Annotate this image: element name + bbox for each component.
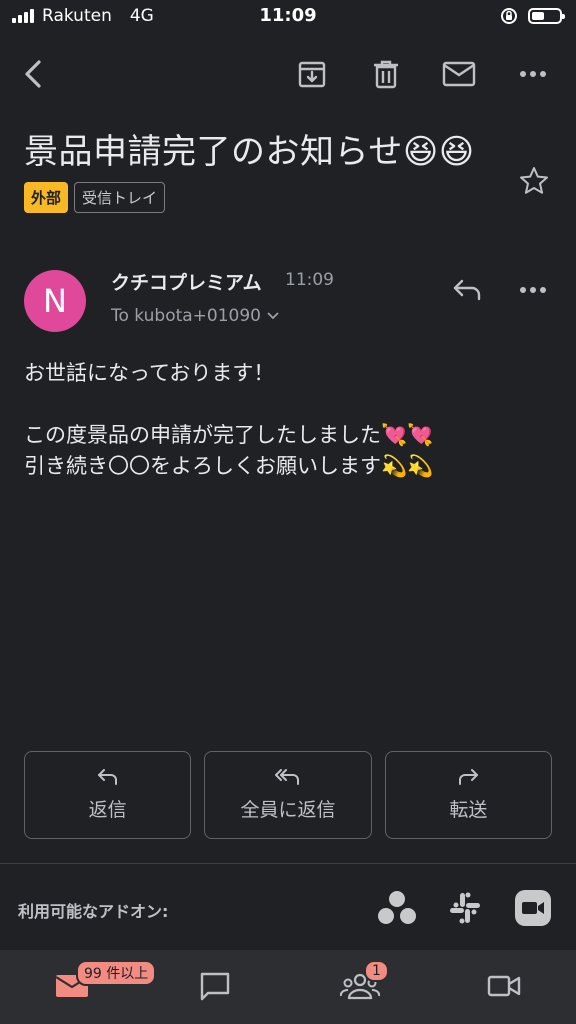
archive-button[interactable] <box>290 50 334 98</box>
asana-icon <box>378 891 416 924</box>
label-chips: 外部 受信トレイ <box>24 182 166 213</box>
email-subject: 景品申請完了のお知らせ😆😆 <box>24 132 475 172</box>
star-button[interactable] <box>518 165 550 201</box>
body-line: お世話になっております！ <box>24 361 275 385</box>
body-line: 引き続き〇〇をよろしくお願いします💫💫 <box>24 454 434 478</box>
slack-addon-button[interactable] <box>445 888 485 928</box>
slack-icon <box>450 892 480 924</box>
forward-icon <box>459 768 479 785</box>
delete-button[interactable] <box>364 50 408 98</box>
addons-label: 利用可能なアドオン: <box>18 902 169 921</box>
sender-name: クチコプレミアム <box>111 272 262 294</box>
star-icon <box>520 167 548 194</box>
back-button[interactable] <box>12 50 56 98</box>
nav-spaces[interactable]: 1 <box>338 960 389 1006</box>
email-toolbar <box>0 50 576 98</box>
reply-button[interactable]: 返信 <box>24 751 192 839</box>
more-icon <box>520 287 546 293</box>
status-bar: Rakuten 4G 11:09 <box>0 0 576 34</box>
zoom-addon-button[interactable] <box>513 888 553 928</box>
nav-chat[interactable] <box>193 966 237 1006</box>
video-icon <box>487 975 521 997</box>
reply-icon <box>453 279 481 301</box>
bottom-navigation: 99 件以上 1 <box>0 950 576 1024</box>
external-label-chip: 外部 <box>24 182 69 213</box>
inbox-label-chip[interactable]: 受信トレイ <box>74 182 166 213</box>
recipient-line: To kubota+01090 <box>111 306 261 326</box>
chevron-down-icon <box>267 312 279 320</box>
quick-reply-button[interactable] <box>445 270 489 310</box>
sender-avatar[interactable]: N <box>24 270 86 332</box>
body-line: この度景品の申請が完了したしました💘💘 <box>24 423 434 447</box>
addons-bar: 利用可能なアドオン: <box>0 864 576 950</box>
status-time: 11:09 <box>259 5 317 26</box>
reply-icon <box>97 768 117 785</box>
reply-all-button[interactable]: 全員に返信 <box>204 751 372 839</box>
email-body: お世話になっております！ この度景品の申請が完了したしました💘💘 引き続き〇〇を… <box>24 358 556 482</box>
mail-icon <box>442 61 476 87</box>
zoom-icon <box>515 890 551 926</box>
battery-icon <box>528 8 565 24</box>
trash-icon <box>374 60 398 89</box>
message-more-button[interactable] <box>511 270 555 310</box>
archive-icon <box>298 61 326 88</box>
asana-addon-button[interactable] <box>377 888 417 928</box>
nav-meet[interactable] <box>482 966 526 1006</box>
reply-actions: 返信 全員に返信 転送 <box>24 751 552 839</box>
reply-all-icon <box>274 768 299 785</box>
nav-mail[interactable]: 99 件以上 <box>50 960 157 1006</box>
more-icon <box>520 71 546 77</box>
sent-time: 11:09 <box>285 270 334 290</box>
reply-all-label: 全員に返信 <box>240 798 336 821</box>
more-options-button[interactable] <box>511 50 555 98</box>
forward-button[interactable]: 転送 <box>384 751 552 839</box>
mark-unread-button[interactable] <box>437 50 481 98</box>
chat-icon <box>200 972 230 1001</box>
mail-count-badge: 99 件以上 <box>76 960 157 986</box>
spaces-count-badge: 1 <box>364 960 389 982</box>
recipient-details-toggle[interactable]: To kubota+01090 <box>111 306 279 326</box>
email-view-screen: Rakuten 4G 11:09 景品申請完了のお知らせ😆😆 外部 受信トレイ … <box>0 0 576 1024</box>
forward-label: 転送 <box>449 798 488 821</box>
reply-label: 返信 <box>88 798 127 821</box>
back-icon <box>25 60 41 88</box>
rotation-lock-icon <box>501 8 517 24</box>
